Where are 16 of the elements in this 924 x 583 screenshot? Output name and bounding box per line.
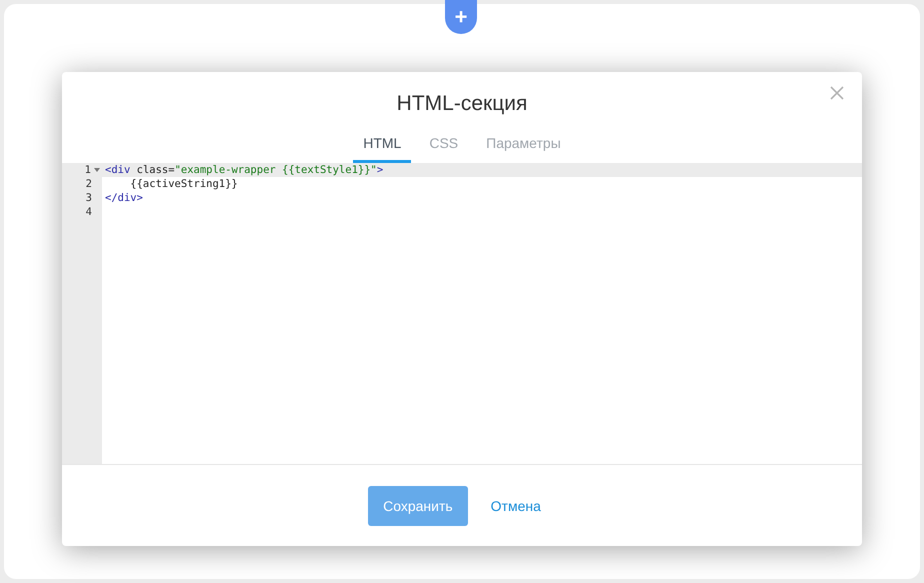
line-number: 1 <box>84 163 91 177</box>
code-line: {{activeString1}} <box>129 178 238 190</box>
close-icon[interactable] <box>830 86 844 100</box>
code-line: </div> <box>105 192 143 204</box>
add-button[interactable]: + <box>445 0 477 34</box>
code-line: <div class="example-wrapper {{textStyle1}}"> <box>105 164 384 176</box>
code-editor[interactable]: 1 <div class="example-wrapper {{textStyle1}}"> 2 {{activeString1}} 3 </div> 4 <box>62 163 862 465</box>
line-number: 3 <box>86 191 92 205</box>
dialog-title: HTML-секция <box>396 91 528 117</box>
line-number: 4 <box>86 205 92 219</box>
fold-caret-icon[interactable] <box>94 168 100 172</box>
tab[interactable]: CSS <box>419 129 468 163</box>
cancel-link[interactable]: Отмена <box>476 486 556 526</box>
save-button[interactable]: Сохранить <box>368 486 468 526</box>
tab[interactable]: Параметры <box>476 129 571 163</box>
line-number: 2 <box>86 177 92 191</box>
